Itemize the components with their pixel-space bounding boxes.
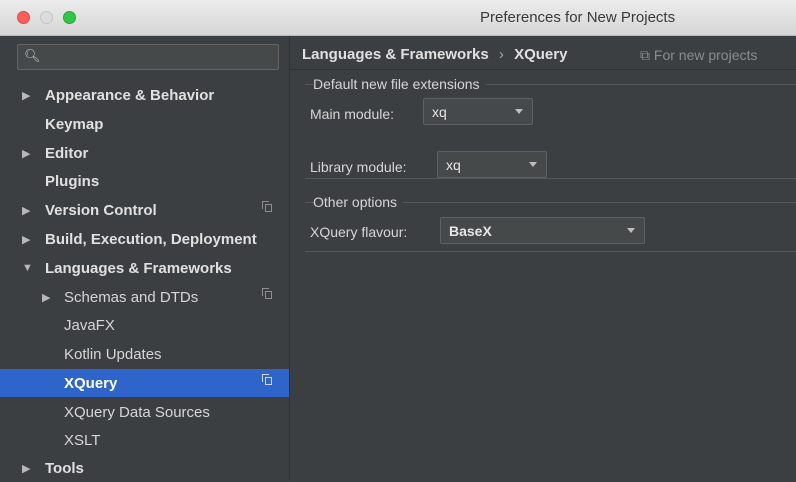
breadcrumb-parent[interactable]: Languages & Frameworks: [302, 46, 489, 63]
window-title: Preferences for New Projects: [480, 9, 676, 26]
main-module-value: xq: [432, 104, 447, 120]
sidebar-item-xquery-data-sources[interactable]: XQuery Data Sources: [0, 398, 289, 426]
chevron-down-icon: [627, 228, 635, 233]
expand-arrow-icon[interactable]: ▶: [22, 147, 30, 160]
sidebar-item-tools[interactable]: ▶ Tools: [0, 454, 289, 482]
sidebar-item-label: Tools: [45, 459, 84, 477]
xquery-flavour-value: BaseX: [449, 223, 492, 239]
project-scope-icon: ⧉: [640, 47, 650, 63]
sidebar-item-appearance-behavior[interactable]: ▶ Appearance & Behavior: [0, 81, 289, 109]
group-divider: [305, 178, 796, 179]
sidebar-item-javafx[interactable]: JavaFX: [0, 311, 289, 339]
group-title: Default new file extensions: [313, 76, 486, 92]
sidebar-item-label: Schemas and DTDs: [64, 288, 199, 306]
sidebar-item-version-control[interactable]: ▶ Version Control: [0, 196, 289, 224]
expand-arrow-icon[interactable]: ▶: [42, 291, 50, 304]
collapse-arrow-icon[interactable]: ▼: [22, 262, 33, 274]
header-divider: [290, 69, 796, 70]
close-window-button[interactable]: [17, 11, 30, 24]
group-title: Other options: [313, 194, 404, 210]
settings-content: Languages & Frameworks › XQuery ⧉ For ne…: [290, 36, 796, 481]
breadcrumb-current: XQuery: [514, 46, 568, 63]
zoom-window-button[interactable]: [63, 11, 76, 24]
sidebar-item-label: JavaFX: [64, 316, 115, 334]
expand-arrow-icon[interactable]: ▶: [22, 233, 30, 246]
sidebar-item-label: XQuery Data Sources: [64, 403, 210, 421]
sidebar-item-label: XSLT: [64, 431, 101, 449]
breadcrumb: Languages & Frameworks › XQuery: [302, 46, 567, 63]
library-module-value: xq: [446, 157, 461, 173]
other-options-group: Other options XQuery flavour: BaseX: [305, 194, 796, 253]
expand-arrow-icon[interactable]: ▶: [22, 204, 30, 217]
chevron-down-icon: [529, 162, 537, 167]
sidebar-item-xquery[interactable]: XQuery: [0, 369, 289, 397]
sidebar-item-label: Kotlin Updates: [64, 345, 162, 363]
breadcrumb-separator: ›: [498, 46, 504, 63]
scope-indicator: ⧉ For new projects: [640, 47, 757, 64]
search-input[interactable]: 🔍︎: [17, 44, 279, 70]
sidebar-item-label: Keymap: [45, 115, 104, 133]
project-scope-icon: [262, 374, 272, 385]
scope-label: For new projects: [653, 47, 758, 63]
sidebar-item-editor[interactable]: ▶ Editor: [0, 139, 289, 167]
sidebar-item-languages-frameworks[interactable]: ▼ Languages & Frameworks: [0, 254, 289, 282]
project-scope-icon: [262, 288, 272, 299]
sidebar-item-xslt[interactable]: XSLT: [0, 426, 289, 454]
sidebar-item-label: Appearance & Behavior: [45, 86, 215, 104]
library-module-label: Library module:: [310, 159, 407, 175]
sidebar-item-label: XQuery: [64, 374, 118, 392]
sidebar-item-label: Editor: [45, 144, 89, 162]
xquery-flavour-label: XQuery flavour:: [310, 224, 408, 240]
sidebar-item-label: Build, Execution, Deployment: [45, 230, 257, 248]
settings-sidebar: 🔍︎ ▶ Appearance & Behavior Keymap ▶ Edit…: [0, 36, 290, 481]
sidebar-item-build-execution-deployment[interactable]: ▶ Build, Execution, Deployment: [0, 225, 289, 253]
sidebar-item-label: Version Control: [45, 201, 157, 219]
xquery-flavour-select[interactable]: BaseX: [440, 217, 645, 244]
sidebar-item-label: Plugins: [45, 172, 100, 190]
title-bar: Preferences for New Projects: [0, 0, 796, 36]
sidebar-item-keymap[interactable]: Keymap: [0, 110, 289, 138]
expand-arrow-icon[interactable]: ▶: [22, 462, 30, 475]
group-divider: [305, 251, 796, 252]
minimize-window-button[interactable]: [40, 11, 53, 24]
sidebar-item-kotlin-updates[interactable]: Kotlin Updates: [0, 340, 289, 368]
sidebar-item-label: Languages & Frameworks: [45, 259, 232, 277]
expand-arrow-icon[interactable]: ▶: [22, 89, 30, 102]
chevron-down-icon: [515, 109, 523, 114]
sidebar-item-plugins[interactable]: Plugins: [0, 167, 289, 195]
library-module-select[interactable]: xq: [437, 151, 547, 178]
sidebar-item-schemas-dtds[interactable]: ▶ Schemas and DTDs: [0, 283, 289, 311]
search-icon: 🔍︎: [24, 48, 41, 63]
project-scope-icon: [262, 201, 272, 212]
main-module-select[interactable]: xq: [423, 98, 533, 125]
main-module-label: Main module:: [310, 106, 395, 122]
